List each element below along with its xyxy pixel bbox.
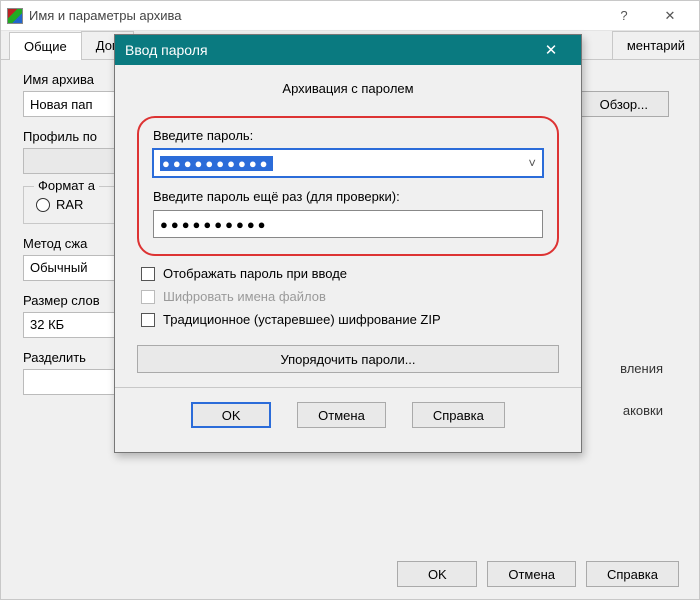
winrar-icon — [7, 8, 23, 24]
password-titlebar: Ввод пароля ✕ — [115, 35, 581, 65]
organize-passwords-button[interactable]: Упорядочить пароли... — [137, 345, 559, 373]
legacy-zip-check[interactable]: Традиционное (устаревшее) шифрование ZIP — [137, 312, 559, 327]
password-ok-button[interactable]: OK — [191, 402, 271, 428]
checkbox-icon — [141, 313, 155, 327]
checkbox-icon — [141, 267, 155, 281]
update-label-partial: вления — [620, 361, 663, 376]
chevron-down-icon[interactable]: ˅ — [528, 156, 536, 171]
tab-comment-partial[interactable]: ментарий — [612, 31, 700, 59]
password-cancel-button[interactable]: Отмена — [297, 402, 386, 428]
password-footer: OK Отмена Справка — [137, 388, 559, 444]
password-highlight: Введите пароль: ●●●●●●●●●● ˅ Введите пар… — [137, 116, 559, 256]
close-archive-button[interactable]: ✕ — [647, 1, 693, 31]
archive-titlebar: Имя и параметры архива ? ✕ — [1, 1, 699, 31]
radio-icon — [36, 198, 50, 212]
format-legend: Формат а — [34, 178, 99, 193]
browse-cluster: Обзор... — [579, 91, 669, 117]
password2-input[interactable]: ●●●●●●●●●● — [153, 210, 543, 238]
password1-value: ●●●●●●●●●● — [160, 156, 273, 171]
method-value: Обычный — [30, 260, 87, 275]
encrypt-names-check: Шифровать имена файлов — [137, 289, 559, 304]
format-rar-radio[interactable]: RAR — [36, 197, 83, 212]
password-body: Архивация с паролем Введите пароль: ●●●●… — [115, 65, 581, 452]
archive-name-value: Новая пап — [30, 97, 93, 112]
help-titlebar-button[interactable]: ? — [601, 1, 647, 31]
password-title: Ввод пароля — [125, 42, 208, 58]
archive-title: Имя и параметры архива — [29, 8, 601, 23]
password2-label: Введите пароль ещё раз (для проверки): — [153, 189, 543, 204]
password-dialog: Ввод пароля ✕ Архивация с паролем Введит… — [114, 34, 582, 453]
archive-footer: OK Отмена Справка — [397, 561, 679, 587]
archive-help-button[interactable]: Справка — [586, 561, 679, 587]
password1-label: Введите пароль: — [153, 128, 543, 143]
packing-label-partial: аковки — [623, 403, 663, 418]
password-caption: Архивация с паролем — [137, 81, 559, 96]
password2-value: ●●●●●●●●●● — [160, 217, 269, 232]
archive-ok-button[interactable]: OK — [397, 561, 477, 587]
close-icon: ✕ — [545, 41, 558, 59]
browse-button[interactable]: Обзор... — [579, 91, 669, 117]
password-help-button[interactable]: Справка — [412, 402, 505, 428]
password1-input[interactable]: ●●●●●●●●●● ˅ — [153, 149, 543, 177]
archive-cancel-button[interactable]: Отмена — [487, 561, 576, 587]
dict-value: 32 КБ — [30, 317, 64, 332]
checkbox-icon — [141, 290, 155, 304]
tab-general[interactable]: Общие — [9, 32, 82, 60]
show-password-check[interactable]: Отображать пароль при вводе — [137, 266, 559, 281]
close-password-button[interactable]: ✕ — [531, 35, 571, 65]
